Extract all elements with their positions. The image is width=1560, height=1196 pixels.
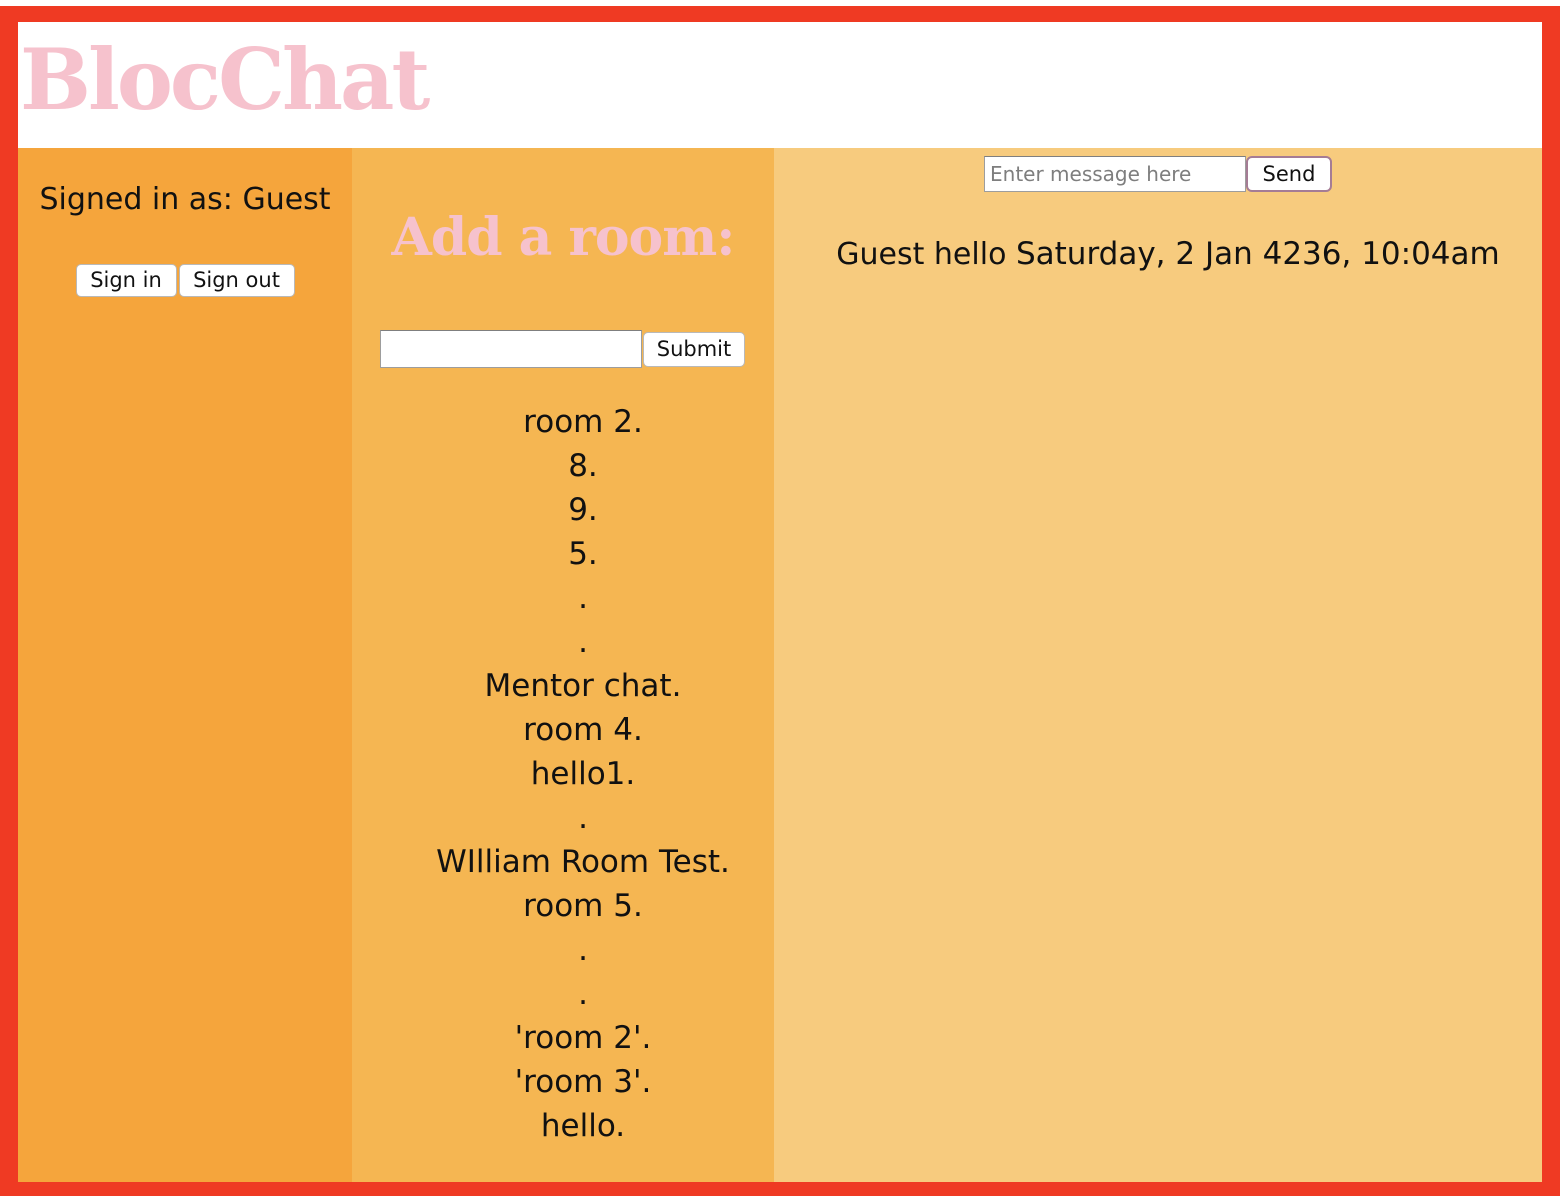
room-list-item[interactable]: 5. — [352, 532, 774, 576]
user-panel: Signed in as: Guest Sign in Sign out — [18, 148, 352, 1182]
room-list-item[interactable]: hello. — [352, 1104, 774, 1148]
room-list-item[interactable]: WIlliam Room Test. — [352, 840, 774, 884]
chat-panel: Send Guest hello Saturday, 2 Jan 4236, 1… — [774, 148, 1542, 1182]
room-list-item[interactable]: hello1. — [352, 752, 774, 796]
room-list-item[interactable]: 'room 2'. — [352, 1016, 774, 1060]
signed-in-status: Signed in as: Guest — [39, 182, 331, 217]
room-list-item[interactable]: . — [352, 972, 774, 1016]
room-list-item[interactable]: . — [352, 796, 774, 840]
rooms-panel: Add a room: Submit room 2. 8. 9. 5... Mentor… — [352, 148, 774, 1182]
sign-in-button[interactable]: Sign in — [75, 264, 177, 297]
auth-buttons: Sign in Sign out — [18, 264, 352, 297]
header: BlocChat — [18, 22, 1542, 148]
room-name-input[interactable] — [380, 330, 642, 368]
message-timestamp: Saturday, 2 Jan 4236, 10:04am — [1015, 236, 1500, 272]
room-list-item[interactable]: . — [352, 928, 774, 972]
message-list: Guest hello Saturday, 2 Jan 4236, 10:04a… — [774, 230, 1542, 279]
room-list-item[interactable]: room 2. — [352, 400, 774, 444]
app-title: BlocChat — [20, 30, 430, 129]
message-content: hello — [933, 237, 1007, 272]
message-input[interactable] — [984, 156, 1246, 192]
room-list-item[interactable]: Mentor chat. — [352, 664, 774, 708]
room-list-item[interactable]: . — [352, 576, 774, 620]
room-list-item[interactable]: 'room 3'. — [352, 1060, 774, 1104]
room-list: room 2. 8. 9. 5... Mentor chat. room 4. hello1… — [392, 400, 814, 1148]
app-frame: BlocChat Signed in as: Guest Sign in Sign… — [0, 6, 1560, 1196]
sign-out-button[interactable]: Sign out — [178, 264, 295, 297]
room-list-item[interactable]: room 4. — [352, 708, 774, 752]
room-list-item[interactable]: 8. — [352, 444, 774, 488]
room-list-item[interactable]: 9. — [352, 488, 774, 532]
message-form: Send — [984, 156, 1334, 192]
submit-room-button[interactable]: Submit — [643, 332, 745, 367]
message-item: Guest hello Saturday, 2 Jan 4236, 10:04a… — [774, 230, 1542, 279]
message-username: Guest — [836, 237, 925, 272]
room-list-item[interactable]: . — [352, 620, 774, 664]
add-room-heading: Add a room: — [391, 207, 736, 268]
send-button[interactable]: Send — [1246, 156, 1332, 192]
room-list-item[interactable]: room 5. — [352, 884, 774, 928]
